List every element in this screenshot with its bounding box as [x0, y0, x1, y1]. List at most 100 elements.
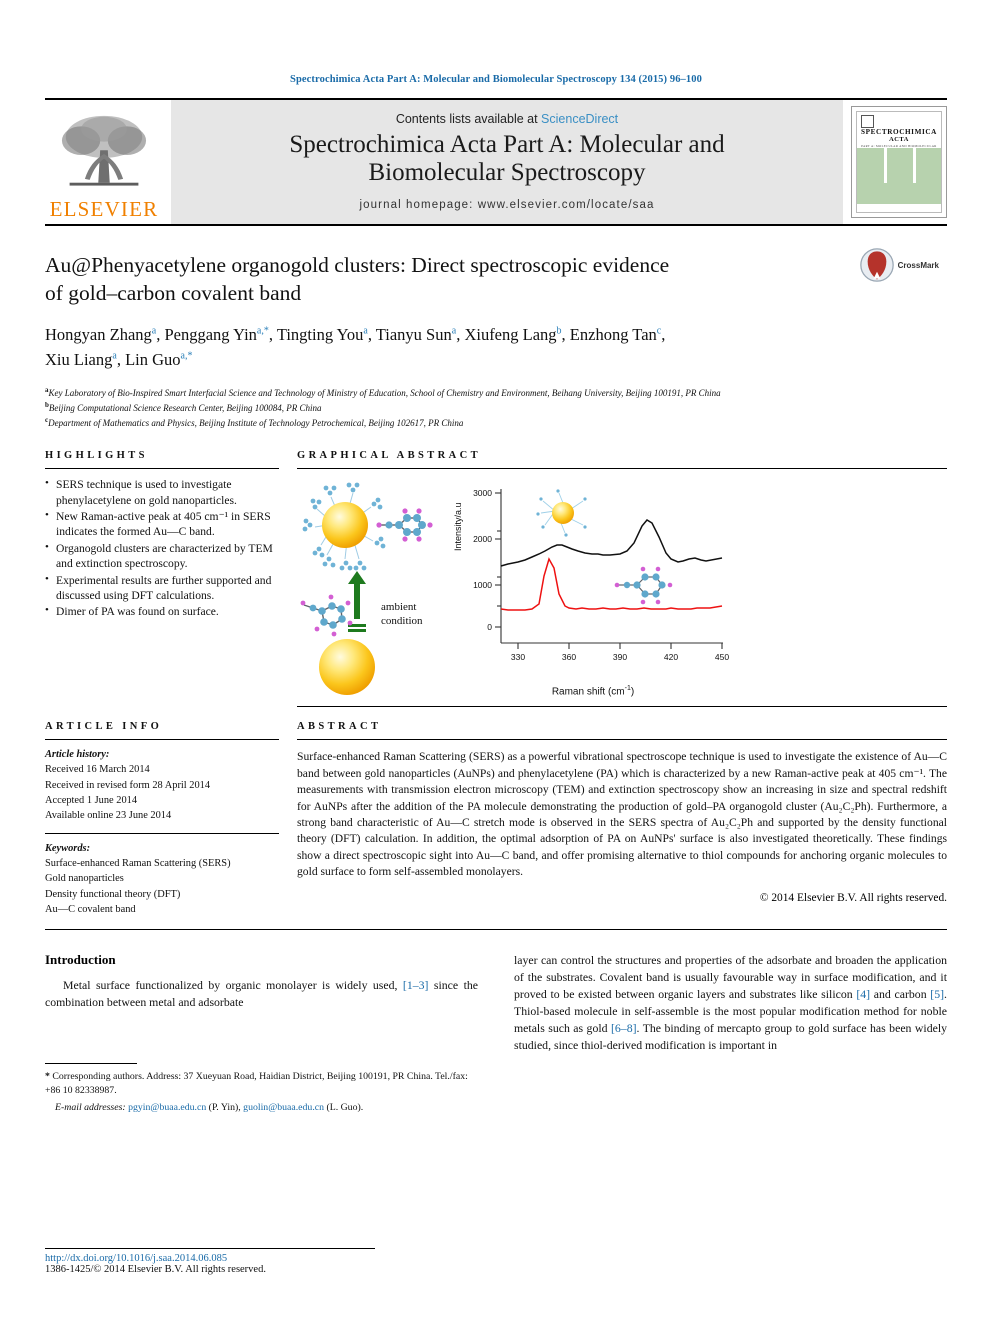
citation-ref[interactable]: [4]	[856, 987, 870, 1001]
chart-pa-molecule-annotation	[614, 566, 673, 605]
affiliation-text: Key Laboratory of Bio-Inspired Smart Int…	[48, 387, 721, 398]
body-region: Introduction Metal surface functionalize…	[45, 952, 947, 1115]
author-affil-mark: a	[363, 325, 368, 337]
affiliation-text: Department of Mathematics and Physics, B…	[48, 417, 464, 428]
page-title: Au@Phenyacetylene organogold clusters: D…	[45, 252, 947, 307]
sers-spectra-chart: Intensity/a.u 3000 2000 1000 0 330 360 3…	[447, 479, 947, 698]
intro-paragraph-col2: layer can control the structures and pro…	[514, 953, 947, 1053]
citation-ref[interactable]: [6–8]	[611, 1021, 637, 1035]
crossmark-label: CrossMark	[897, 260, 939, 270]
chart-plot-area: Intensity/a.u 3000 2000 1000 0 330 360 3…	[453, 481, 731, 698]
cover-publisher-icon	[861, 115, 874, 128]
abstract-heading: ABSTRACT	[297, 721, 382, 733]
reaction-schematic: ambient condition	[297, 479, 447, 698]
keyword-item[interactable]: Gold nanoparticles	[45, 871, 279, 886]
article-info-heading: ARTICLE INFO	[45, 721, 163, 733]
author-affil-mark: a,*	[256, 325, 269, 337]
author-name[interactable]: Enzhong Tan	[570, 325, 657, 344]
divider	[45, 832, 279, 834]
journal-title: Spectrochimica Acta Part A: Molecular an…	[289, 131, 724, 187]
list-item: Experimental results are further support…	[45, 572, 279, 604]
body-column-right: layer can control the structures and pro…	[514, 952, 947, 1115]
article-title-line-1: Au@Phenyacetylene organogold clusters: D…	[45, 253, 670, 277]
article-info-column: ARTICLE INFO Article history: Received 1…	[45, 721, 297, 917]
author-affil-mark: a	[451, 325, 457, 337]
series-red	[500, 557, 723, 611]
author-name[interactable]: Tianyu Sun	[376, 325, 452, 344]
graphical-abstract-figure: ambient condition Intensity/a.u 3000 200…	[297, 479, 947, 708]
history-item: Received 16 March 2014	[45, 764, 150, 776]
svg-text:0: 0	[487, 622, 492, 632]
author-name[interactable]: Hongyan Zhang	[45, 325, 152, 344]
list-item: Dimer of PA was found on surface.	[45, 603, 279, 619]
author-affil-mark: b	[556, 325, 562, 337]
journal-title-line-2: Biomolecular Spectroscopy	[368, 158, 646, 186]
svg-text:330: 330	[511, 652, 525, 662]
abstract-column: ABSTRACT Surface-enhanced Raman Scatteri…	[297, 721, 947, 917]
svg-text:3000: 3000	[473, 488, 492, 498]
elsevier-wordmark: ELSEVIER	[49, 197, 159, 221]
corresponding-author-footnote: * Corresponding authors. Address: 37 Xue…	[45, 1070, 478, 1115]
x-ticks	[517, 643, 723, 650]
journal-header: ELSEVIER Contents lists available at Sci…	[45, 98, 947, 226]
author-name[interactable]: Xiufeng Lang	[464, 325, 556, 344]
affiliation-text: Beijing Computational Science Research C…	[48, 402, 322, 413]
author-affil-mark: a	[151, 325, 157, 337]
y-ticks	[495, 492, 501, 628]
chart-y-axis-label: Intensity/a.u	[453, 502, 463, 552]
elsevier-logo: ELSEVIER	[45, 100, 163, 224]
running-head: Spectrochimica Acta Part A: Molecular an…	[290, 74, 702, 85]
author-name[interactable]: Tingting You	[277, 325, 364, 344]
divider	[45, 929, 947, 931]
email-link[interactable]: pgyin@buaa.edu.cn	[128, 1102, 206, 1113]
author-affil-mark: a,*	[180, 350, 193, 362]
schematic-svg	[300, 482, 433, 696]
svg-text:360: 360	[562, 652, 576, 662]
journal-homepage: journal homepage: www.elsevier.com/locat…	[359, 198, 655, 211]
highlights-graphical-region: HIGHLIGHTS SERS technique is used to inv…	[45, 450, 947, 708]
author-name[interactable]: Lin Guo	[125, 350, 180, 369]
contents-available-line: Contents lists available at ScienceDirec…	[396, 112, 618, 126]
graphical-abstract-heading: GRAPHICAL ABSTRACT	[297, 450, 482, 462]
citation-ref[interactable]: [1–3]	[403, 978, 429, 992]
elsevier-tree-icon	[61, 115, 147, 186]
keyword-item[interactable]: Surface-enhanced Raman Scattering (SERS)	[45, 856, 279, 871]
divider	[45, 468, 279, 470]
sciencedirect-link[interactable]: ScienceDirect	[541, 112, 618, 126]
svg-text:2000: 2000	[473, 534, 492, 544]
intro-paragraph-col1: Metal surface functionalized by organic …	[45, 978, 478, 1010]
gold-nanoparticle-icon	[319, 639, 375, 696]
email-line: E-mail addresses: pgyin@buaa.edu.cn (P. …	[55, 1101, 364, 1113]
author-name[interactable]: Xiu Liang	[45, 350, 112, 369]
divider	[297, 739, 947, 741]
journal-title-band: Contents lists available at ScienceDirec…	[171, 100, 843, 224]
keyword-item[interactable]: Density functional theory (DFT)	[45, 887, 279, 902]
chart-nanoparticle-annotation	[536, 489, 587, 537]
email-link[interactable]: guolin@buaa.edu.cn	[243, 1102, 324, 1113]
abstract-text: Surface-enhanced Raman Scattering (SERS)…	[297, 750, 947, 879]
highlights-heading: HIGHLIGHTS	[45, 450, 148, 462]
author-line-1: Hongyan Zhanga, Penggang Yina,*, Tingtin…	[45, 325, 666, 345]
doi-link[interactable]: http://dx.doi.org/10.1016/j.saa.2014.06.…	[45, 1253, 375, 1264]
arrow-label: ambient condition	[381, 601, 423, 627]
info-abstract-region: ARTICLE INFO Article history: Received 1…	[45, 721, 947, 917]
keyword-item[interactable]: Au—C covalent band	[45, 902, 279, 917]
keywords-block: Keywords: Surface-enhanced Raman Scatter…	[45, 841, 279, 917]
crossmark-icon	[859, 248, 894, 282]
top-nanoparticle-cluster	[302, 482, 386, 571]
divider	[45, 1248, 375, 1249]
pa-molecule-top	[376, 508, 433, 542]
body-column-left: Introduction Metal surface functionalize…	[45, 952, 478, 1115]
article-title-line-2: of gold–carbon covalent band	[45, 280, 302, 305]
series-black	[500, 519, 723, 567]
crossmark-badge[interactable]: CrossMark	[859, 248, 939, 282]
list-item: New Raman-active peak at 405 cm⁻¹ in SER…	[45, 508, 279, 540]
chart-x-axis-label: Raman shift (cm-1)	[551, 684, 635, 698]
citation-ref[interactable]: [5]	[930, 987, 944, 1001]
author-affil-mark: c	[656, 325, 662, 337]
email-label: E-mail addresses:	[55, 1101, 126, 1113]
history-item: Received in revised form 28 April 2014	[45, 779, 211, 791]
contents-prefix: Contents lists available at	[395, 111, 542, 126]
author-affil-mark: a	[112, 350, 117, 362]
author-name[interactable]: Penggang Yin	[164, 325, 256, 344]
